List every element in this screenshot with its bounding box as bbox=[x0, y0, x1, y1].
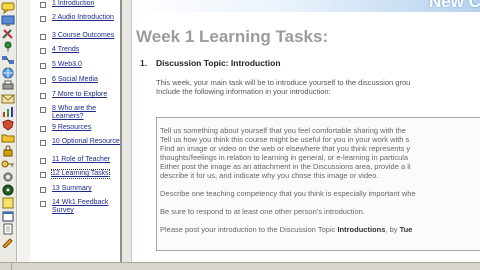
page-bullet-icon bbox=[32, 199, 52, 215]
instructions-box: Tell us something about yourself that yo… bbox=[156, 117, 480, 251]
page-bullet-icon bbox=[32, 105, 52, 121]
toc-item-more-to-explore[interactable]: 7 More to Explore bbox=[32, 91, 120, 99]
table-of-contents: 1 Introduction 2 Audio Introduction 3 Co… bbox=[30, 0, 122, 262]
content-pane: New C Week 1 Learning Tasks: 1. Discussi… bbox=[133, 0, 480, 262]
toc-item-learning-tasks[interactable]: 12 Learning Tasks bbox=[32, 169, 120, 179]
post-paragraph: Please post your introduction to the Dis… bbox=[160, 225, 413, 234]
pin-icon[interactable] bbox=[1, 41, 15, 53]
chart-icon[interactable] bbox=[1, 106, 15, 118]
page-bullet-icon bbox=[32, 138, 52, 146]
page-bullet-icon bbox=[32, 124, 52, 132]
course-banner: New C bbox=[133, 0, 480, 12]
page-bullet-icon bbox=[32, 61, 52, 69]
note-icon[interactable] bbox=[1, 197, 15, 209]
toc-item-audio-introduction[interactable]: 2 Audio Introduction bbox=[32, 14, 120, 22]
printer-icon[interactable] bbox=[1, 80, 15, 92]
toc-item-course-outcomes[interactable]: 3 Course Outcomes bbox=[32, 32, 120, 40]
globe-icon[interactable] bbox=[1, 67, 15, 79]
toc-item-social-media[interactable]: 6 Social Media bbox=[32, 76, 120, 84]
toc-item-trends[interactable]: 4 Trends bbox=[32, 46, 120, 54]
section-title: Discussion Topic: Introduction bbox=[156, 58, 281, 68]
respond-paragraph: Be sure to respond to at least one other… bbox=[160, 207, 365, 216]
instruction-line: Either post the image as an attachment i… bbox=[160, 162, 411, 171]
cd-icon[interactable] bbox=[1, 184, 15, 196]
page-title: Week 1 Learning Tasks: bbox=[136, 27, 329, 46]
toolbar-gap bbox=[18, 0, 30, 262]
toc-item-resources[interactable]: 9 Resources bbox=[32, 124, 120, 132]
key-icon[interactable] bbox=[1, 158, 15, 170]
folder-icon[interactable] bbox=[1, 132, 15, 144]
intro-line: This week, your main task will be to int… bbox=[156, 78, 411, 87]
status-cell bbox=[0, 263, 12, 270]
page-bullet-icon bbox=[32, 0, 52, 8]
network-icon[interactable] bbox=[1, 54, 15, 66]
instruction-line: Find an image or video on the web or els… bbox=[160, 144, 411, 153]
calendar-icon[interactable] bbox=[1, 210, 15, 222]
left-icon-toolbar bbox=[0, 0, 17, 262]
toc-item-summary[interactable]: 13 Summary bbox=[32, 185, 120, 193]
toc-item-feedback-survey[interactable]: 14 Wk1 Feedback Survey bbox=[32, 199, 120, 215]
monitor-icon[interactable] bbox=[1, 15, 15, 27]
lock-icon[interactable] bbox=[1, 145, 15, 157]
toc-item-web3[interactable]: 5 Web3.0 bbox=[32, 61, 120, 69]
instruction-line: describe it for us, and indicate why you… bbox=[160, 171, 379, 180]
page-bullet-icon bbox=[32, 14, 52, 22]
due-day: Tue bbox=[399, 225, 413, 234]
page-bullet-icon bbox=[32, 46, 52, 54]
shield-icon[interactable] bbox=[1, 119, 15, 131]
section-number: 1. bbox=[140, 58, 148, 68]
instruction-line: Tell us how you think this course might … bbox=[160, 135, 410, 144]
instruction-line: Tell us something about yourself that yo… bbox=[160, 126, 406, 135]
page-bullet-icon bbox=[32, 76, 52, 84]
toc-item-introduction[interactable]: 1 Introduction bbox=[32, 0, 120, 8]
page-bullet-icon bbox=[32, 185, 52, 193]
intro-paragraph: This week, your main task will be to int… bbox=[156, 78, 480, 96]
edit-icon[interactable] bbox=[1, 236, 15, 248]
panel-splitter[interactable] bbox=[122, 0, 132, 262]
introductions-topic: Introductions bbox=[337, 225, 386, 234]
tools-icon[interactable] bbox=[1, 28, 15, 40]
settings-icon[interactable] bbox=[1, 171, 15, 183]
speech-bubble-icon[interactable] bbox=[1, 2, 15, 14]
page-bullet-icon bbox=[32, 91, 52, 99]
intro-line: Include the following information in you… bbox=[156, 87, 331, 96]
banner-text: New C bbox=[429, 0, 480, 11]
page-bullet-icon bbox=[32, 32, 52, 40]
mail-icon[interactable] bbox=[1, 93, 15, 105]
toc-item-who-are-learners[interactable]: 8 Who are the Learners? bbox=[32, 105, 120, 121]
instruction-line: thoughts/feelings in relation to learnin… bbox=[160, 153, 409, 162]
page-bullet-icon bbox=[32, 156, 52, 164]
competency-paragraph: Describe one teaching competency that yo… bbox=[160, 189, 416, 198]
toc-item-role-of-teacher[interactable]: 11 Role of Teacher bbox=[32, 156, 120, 164]
page-icon[interactable] bbox=[1, 223, 15, 235]
status-bar bbox=[0, 262, 480, 270]
page-bullet-icon bbox=[32, 170, 52, 178]
toc-item-optional-resources[interactable]: 10 Optional Resources bbox=[32, 138, 120, 146]
